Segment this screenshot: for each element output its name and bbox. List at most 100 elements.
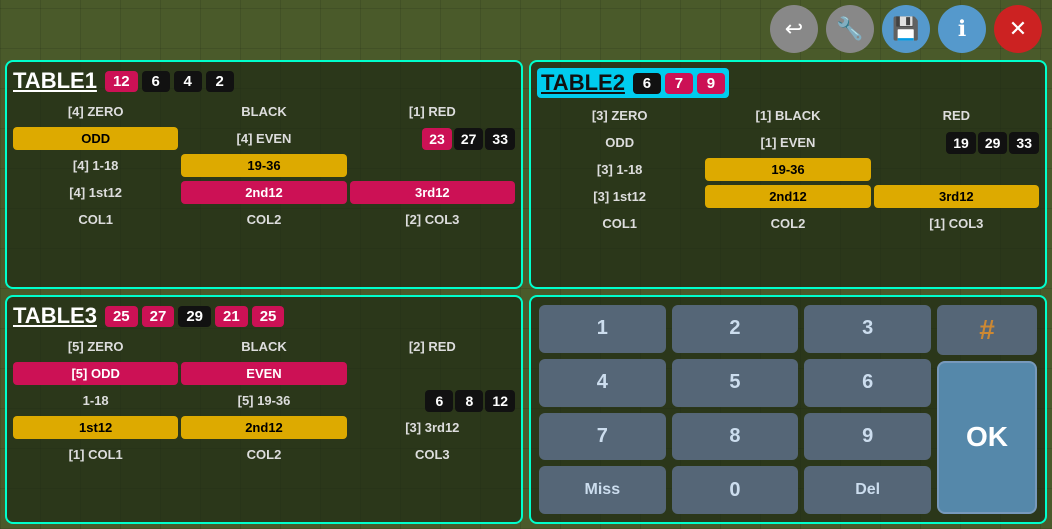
table1-badge-6: 6 — [142, 71, 170, 92]
table2-col2: COL2 — [705, 212, 870, 235]
ok-button[interactable]: OK — [937, 361, 1037, 514]
table1-1st12: [4] 1st12 — [13, 181, 178, 204]
table2-even: [1] EVEN — [705, 131, 870, 154]
table3-badge-29: 29 — [178, 306, 211, 327]
table2-red: RED — [874, 104, 1039, 127]
table2-header-bg: TABLE2 6 7 9 — [537, 68, 729, 98]
table1-black: BLACK — [181, 100, 346, 123]
table3-zero: [5] ZERO — [13, 335, 178, 358]
table1-num-27: 27 — [454, 128, 484, 150]
numpad-2[interactable]: 2 — [672, 305, 799, 353]
table3-col2: COL2 — [181, 443, 346, 466]
numpad-miss[interactable]: Miss — [539, 466, 666, 514]
table2-col1: COL1 — [537, 212, 702, 235]
table2-num-19: 19 — [946, 132, 976, 154]
table3-title: TABLE3 — [13, 303, 97, 329]
numpad-7[interactable]: 7 — [539, 413, 666, 461]
table1-badge-12: 12 — [105, 71, 138, 92]
numpad-0[interactable]: 0 — [672, 466, 799, 514]
table2-odd: ODD — [537, 131, 702, 154]
table3-row5: [1] COL1 COL2 COL3 — [13, 443, 515, 466]
numpad-6[interactable]: 6 — [804, 359, 931, 407]
table2-panel: TABLE2 6 7 9 [3] ZERO [1] BLACK RED ODD … — [529, 60, 1047, 289]
table1-1936[interactable]: 19-36 — [181, 154, 346, 177]
numpad-5[interactable]: 5 — [672, 359, 799, 407]
table1-panel: TABLE1 12 6 4 2 [4] ZERO BLACK [1] RED O… — [5, 60, 523, 289]
table3-num-12: 12 — [485, 390, 515, 412]
table3-col3: COL3 — [350, 443, 515, 466]
table3-numbers: 6 8 12 — [350, 390, 515, 412]
table3-row2: [5] ODD EVEN — [13, 362, 515, 385]
numpad-8[interactable]: 8 — [672, 413, 799, 461]
table3-badge-21: 21 — [215, 306, 248, 327]
table1-row3: [4] 1-18 19-36 — [13, 154, 515, 177]
wrench-button[interactable]: 🔧 — [826, 5, 874, 53]
table1-2nd12[interactable]: 2nd12 — [181, 181, 346, 204]
table3-empty2 — [350, 370, 515, 378]
main-layout: TABLE1 12 6 4 2 [4] ZERO BLACK [1] RED O… — [5, 60, 1047, 524]
table2-row4: [3] 1st12 2nd12 3rd12 — [537, 185, 1039, 208]
table3-1st12[interactable]: 1st12 — [13, 416, 178, 439]
table1-num-23: 23 — [422, 128, 452, 150]
table1-badge-4: 4 — [174, 71, 202, 92]
table2-col3: [1] COL3 — [874, 212, 1039, 235]
numpad-del[interactable]: Del — [804, 466, 931, 514]
table2-black: [1] BLACK — [705, 104, 870, 127]
table3-black: BLACK — [181, 335, 346, 358]
table3-118: 1-18 — [13, 389, 178, 412]
table3-header: TABLE3 25 27 29 21 25 — [13, 303, 515, 329]
table3-even[interactable]: EVEN — [181, 362, 346, 385]
numpad-9[interactable]: 9 — [804, 413, 931, 461]
table2-1st12: [3] 1st12 — [537, 185, 702, 208]
table1-row2: ODD [4] EVEN 23 27 33 — [13, 127, 515, 150]
table3-badge-25b: 25 — [252, 306, 285, 327]
hash-button[interactable]: # — [937, 305, 1037, 355]
table3-1936: [5] 19-36 — [181, 389, 346, 412]
table2-badge-9: 9 — [697, 73, 725, 94]
close-button[interactable]: ✕ — [994, 5, 1042, 53]
table2-num-33: 33 — [1009, 132, 1039, 154]
table3-row1: [5] ZERO BLACK [2] RED — [13, 335, 515, 358]
table3-odd[interactable]: [5] ODD — [13, 362, 178, 385]
table1-numbers: 23 27 33 — [350, 128, 515, 150]
numpad-4[interactable]: 4 — [539, 359, 666, 407]
table3-2nd12[interactable]: 2nd12 — [181, 416, 346, 439]
table2-zero: [3] ZERO — [537, 104, 702, 127]
table1-header: TABLE1 12 6 4 2 — [13, 68, 515, 94]
table3-col1: [1] COL1 — [13, 443, 178, 466]
table2-row5: COL1 COL2 [1] COL3 — [537, 212, 1039, 235]
table1-3rd12[interactable]: 3rd12 — [350, 181, 515, 204]
table2-3rd12[interactable]: 3rd12 — [874, 185, 1039, 208]
table1-col2: COL2 — [181, 208, 346, 231]
table2-2nd12[interactable]: 2nd12 — [705, 185, 870, 208]
table3-row4: 1st12 2nd12 [3] 3rd12 — [13, 416, 515, 439]
table2-row2: ODD [1] EVEN 19 29 33 — [537, 131, 1039, 154]
table2-row3: [3] 1-18 19-36 — [537, 158, 1039, 181]
numpad-side: # OK — [937, 305, 1037, 514]
table1-even: [4] EVEN — [181, 127, 346, 150]
table1-row4: [4] 1st12 2nd12 3rd12 — [13, 181, 515, 204]
table2-empty3 — [874, 166, 1039, 174]
table1-title: TABLE1 — [13, 68, 97, 94]
table3-num-8: 8 — [455, 390, 483, 412]
table2-badge-7: 7 — [665, 73, 693, 94]
table1-odd[interactable]: ODD — [13, 127, 178, 150]
numpad-panel: 1 2 3 4 5 6 7 8 9 Miss 0 Del # OK — [529, 295, 1047, 524]
table1-badge-2: 2 — [206, 71, 234, 92]
back-button[interactable]: ↩ — [770, 5, 818, 53]
numpad-grid: 1 2 3 4 5 6 7 8 9 Miss 0 Del — [539, 305, 931, 514]
table2-1936[interactable]: 19-36 — [705, 158, 870, 181]
table3-3rd12: [3] 3rd12 — [350, 416, 515, 439]
numpad-3[interactable]: 3 — [804, 305, 931, 353]
numpad-1[interactable]: 1 — [539, 305, 666, 353]
table1-col1: COL1 — [13, 208, 178, 231]
table3-num-6: 6 — [425, 390, 453, 412]
table3-panel: TABLE3 25 27 29 21 25 [5] ZERO BLACK [2]… — [5, 295, 523, 524]
save-button[interactable]: 💾 — [882, 5, 930, 53]
table1-col3: [2] COL3 — [350, 208, 515, 231]
table3-badge-25a: 25 — [105, 306, 138, 327]
table3-red: [2] RED — [350, 335, 515, 358]
info-button[interactable]: ℹ — [938, 5, 986, 53]
table2-badge-6: 6 — [633, 73, 661, 94]
table1-row1: [4] ZERO BLACK [1] RED — [13, 100, 515, 123]
